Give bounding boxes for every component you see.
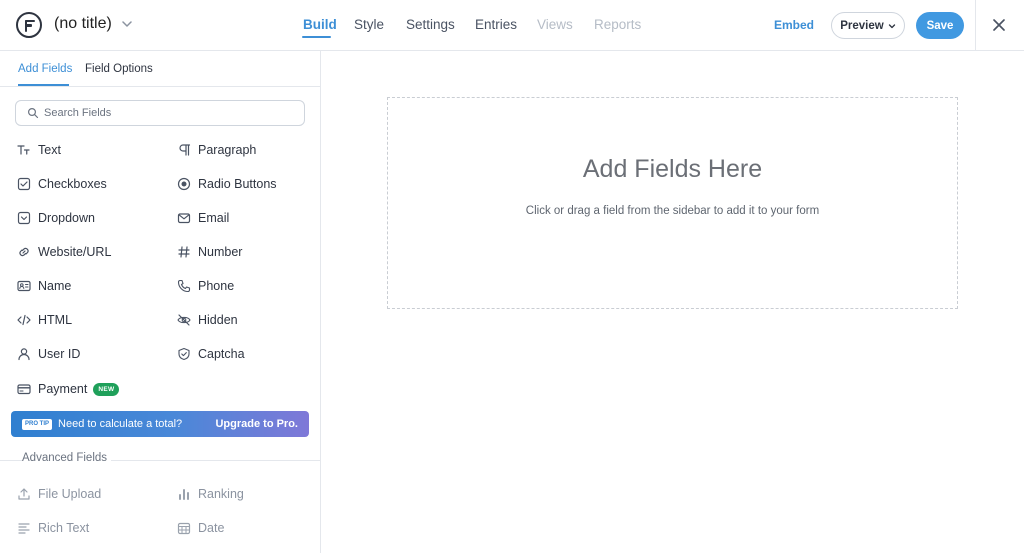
field-label: Website/URL bbox=[38, 245, 112, 259]
calendar-icon bbox=[177, 521, 191, 535]
field-name[interactable]: Name bbox=[17, 276, 71, 296]
radio-icon bbox=[177, 177, 191, 191]
drop-zone-title: Add Fields Here bbox=[582, 155, 763, 183]
field-label: User ID bbox=[38, 347, 81, 361]
field-checkboxes[interactable]: Checkboxes bbox=[17, 174, 107, 194]
field-number[interactable]: Number bbox=[177, 242, 242, 262]
field-label: Captcha bbox=[198, 347, 245, 361]
field-payment[interactable]: Payment NEW bbox=[17, 379, 120, 399]
sidebar: Add Fields Field Options Text Paragraph … bbox=[0, 51, 321, 553]
upgrade-link[interactable]: Upgrade to Pro. bbox=[215, 418, 298, 430]
checkbox-icon bbox=[17, 177, 31, 191]
field-website-url[interactable]: Website/URL bbox=[17, 242, 111, 262]
pro-tip-banner[interactable]: PRO TIP Need to calculate a total? Upgra… bbox=[11, 411, 309, 437]
field-html[interactable]: HTML bbox=[17, 310, 72, 330]
preview-button[interactable]: Preview bbox=[831, 12, 905, 39]
nav-settings[interactable]: Settings bbox=[406, 17, 455, 32]
search-field-container bbox=[15, 100, 305, 126]
field-ranking[interactable]: Ranking bbox=[177, 484, 244, 504]
nav-reports[interactable]: Reports bbox=[594, 17, 641, 32]
field-label: Paragraph bbox=[198, 143, 257, 157]
preview-label: Preview bbox=[840, 19, 884, 32]
tab-field-options[interactable]: Field Options bbox=[85, 63, 153, 75]
field-label: Ranking bbox=[198, 487, 244, 501]
credit-card-icon bbox=[17, 382, 31, 396]
field-label: Email bbox=[198, 211, 230, 225]
field-rich-text[interactable]: Rich Text bbox=[17, 518, 89, 538]
close-icon[interactable] bbox=[990, 16, 1008, 34]
id-card-icon bbox=[17, 279, 31, 293]
nav-entries[interactable]: Entries bbox=[475, 17, 517, 32]
paragraph-icon bbox=[177, 143, 191, 157]
search-input[interactable] bbox=[44, 104, 294, 122]
header-divider bbox=[975, 0, 976, 51]
embed-button[interactable]: Embed bbox=[774, 18, 814, 32]
dropdown-icon bbox=[17, 211, 31, 225]
advanced-fields-title: Advanced Fields bbox=[22, 452, 112, 464]
form-title[interactable]: (no title) bbox=[54, 15, 112, 33]
shield-check-icon bbox=[177, 347, 191, 361]
field-label: Number bbox=[198, 245, 243, 259]
rich-text-icon bbox=[17, 521, 31, 535]
chevron-down-icon bbox=[888, 23, 895, 28]
nav-active-indicator bbox=[302, 36, 331, 38]
field-label: Text bbox=[38, 143, 61, 157]
field-label: Radio Buttons bbox=[198, 177, 277, 191]
phone-icon bbox=[177, 279, 191, 293]
field-label: Rich Text bbox=[38, 521, 90, 535]
field-radio-buttons[interactable]: Radio Buttons bbox=[177, 174, 277, 194]
eye-off-icon bbox=[177, 313, 191, 327]
field-paragraph[interactable]: Paragraph bbox=[177, 140, 256, 160]
text-icon bbox=[17, 143, 31, 157]
field-label: HTML bbox=[38, 313, 73, 327]
field-dropdown[interactable]: Dropdown bbox=[17, 208, 95, 228]
field-captcha[interactable]: Captcha bbox=[177, 344, 245, 364]
pro-tip-text: Need to calculate a total? bbox=[58, 418, 183, 430]
search-icon bbox=[27, 107, 39, 119]
field-label: Dropdown bbox=[38, 211, 95, 225]
formidable-logo-icon[interactable] bbox=[16, 12, 42, 38]
field-label: Checkboxes bbox=[38, 177, 107, 191]
nav-build[interactable]: Build bbox=[303, 17, 337, 32]
field-drop-zone[interactable]: Add Fields Here Click or drag a field fr… bbox=[387, 97, 958, 309]
field-date[interactable]: Date bbox=[177, 518, 224, 538]
form-canvas: Add Fields Here Click or drag a field fr… bbox=[321, 51, 1024, 553]
field-label: Phone bbox=[198, 279, 235, 293]
new-badge: NEW bbox=[93, 382, 120, 396]
field-phone[interactable]: Phone bbox=[177, 276, 234, 296]
nav-style[interactable]: Style bbox=[354, 17, 384, 32]
pro-tip-badge: PRO TIP bbox=[22, 418, 53, 430]
hash-icon bbox=[177, 245, 191, 259]
field-user-id[interactable]: User ID bbox=[17, 344, 80, 364]
field-email[interactable]: Email bbox=[177, 208, 229, 228]
field-text[interactable]: Text bbox=[17, 140, 61, 160]
field-label: Payment bbox=[38, 382, 88, 396]
email-icon bbox=[177, 211, 191, 225]
field-label: Name bbox=[38, 279, 72, 293]
field-file-upload[interactable]: File Upload bbox=[17, 484, 101, 504]
save-button[interactable]: Save bbox=[916, 12, 964, 39]
field-label: Date bbox=[198, 521, 225, 535]
code-icon bbox=[17, 313, 31, 327]
link-icon bbox=[17, 245, 31, 259]
field-label: File Upload bbox=[38, 487, 102, 501]
user-icon bbox=[17, 347, 31, 361]
field-hidden[interactable]: Hidden bbox=[177, 310, 238, 330]
top-bar: (no title) Build Style Settings Entries … bbox=[0, 0, 1024, 51]
bar-chart-icon bbox=[177, 487, 191, 501]
tab-add-fields[interactable]: Add Fields bbox=[18, 63, 72, 75]
field-label: Hidden bbox=[198, 313, 238, 327]
chevron-down-icon[interactable] bbox=[121, 18, 133, 30]
tabs-divider bbox=[0, 86, 320, 87]
nav-views[interactable]: Views bbox=[537, 17, 573, 32]
upload-icon bbox=[17, 487, 31, 501]
drop-zone-hint: Click or drag a field from the sidebar t… bbox=[525, 205, 820, 217]
